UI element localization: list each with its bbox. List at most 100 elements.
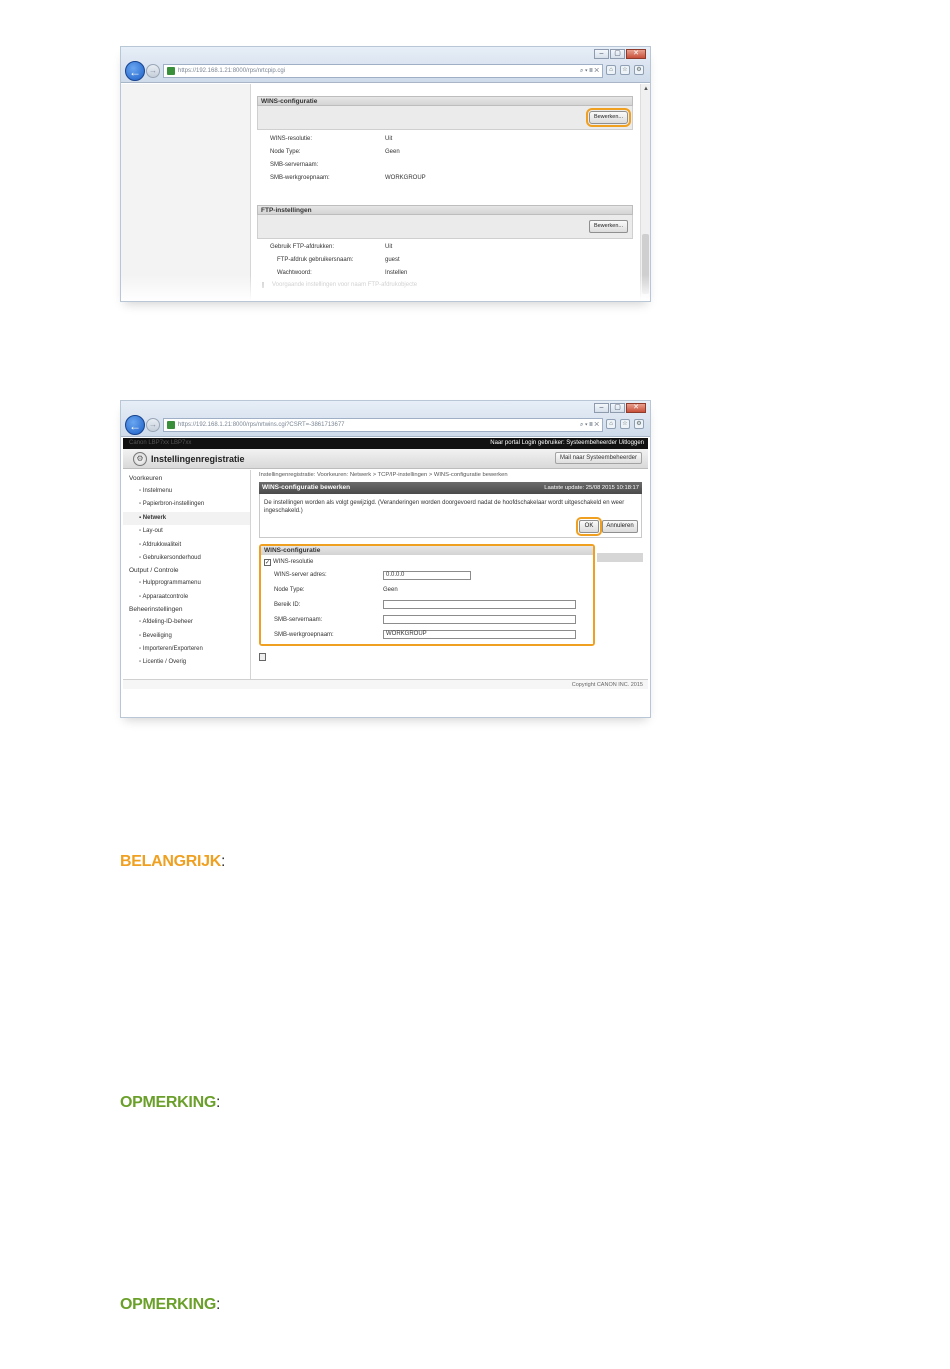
address-controls[interactable]: ⌕ ▾ ≣ ✕ <box>580 419 599 431</box>
wins-edit-button[interactable]: Bewerken... <box>585 108 632 127</box>
ftp-row-value: Uit <box>385 244 393 250</box>
app-header: ⚙ Instellingenregistratie Mail naar Syst… <box>123 449 648 469</box>
address-bar[interactable]: https://192.168.1.21:8000/rps/nrtcpip.cg… <box>163 64 603 78</box>
form-row: SMB-servernaam: <box>261 612 593 627</box>
wins-server-field[interactable]: 0.0.0.0 <box>383 570 471 580</box>
node-type-label: Node Type: <box>274 587 305 594</box>
vertical-scrollbar[interactable]: ▲ <box>640 84 650 301</box>
app-title: Instellingenregistratie <box>151 454 245 464</box>
minimize-icon[interactable]: – <box>594 49 609 59</box>
wins-row-value: Uit <box>385 136 393 142</box>
ftp-row: Gebruik FTP-afdrukken: Uit <box>257 241 633 254</box>
ftp-row-label: Gebruik FTP-afdrukken: <box>270 244 335 250</box>
scope-id-field[interactable] <box>383 600 576 610</box>
sidebar-item[interactable]: ▫ Instelmenu <box>123 485 250 498</box>
wins-section-bar: Bewerken... <box>257 106 633 130</box>
ok-button[interactable]: OK <box>576 517 602 536</box>
breadcrumb: Instellingenregistratie: Voorkeuren: Net… <box>259 472 508 478</box>
wins-row-label: Node Type: <box>270 149 301 155</box>
ftp-row-value: guest <box>385 257 400 263</box>
sidebar-item[interactable]: ▫ Importeren/Exporteren <box>123 643 250 656</box>
ftp-row: FTP-afdruk gebruikersnaam: guest <box>257 254 633 267</box>
scroll-thumb[interactable] <box>642 234 649 294</box>
wins-row: Node Type: Geen <box>257 146 633 159</box>
scope-id-label: Bereik ID: <box>274 601 301 608</box>
home-icon[interactable]: ⌂ <box>606 419 616 429</box>
cancel-button[interactable]: Annuleren <box>602 520 638 533</box>
browser-screenshot-wins-edit: – ▢ ✕ ← → https://192.168.1.21:8000/rps/… <box>120 400 651 718</box>
browser-icons: ⌂ ☆ ⚙ <box>606 419 644 429</box>
address-url: https://192.168.1.21:8000/rps/nrtwins.cg… <box>178 422 345 428</box>
maximize-icon[interactable]: ▢ <box>610 49 625 59</box>
ftp-edit-button[interactable]: Bewerken... <box>588 220 628 233</box>
edit-panel: Instellingenregistratie: Voorkeuren: Net… <box>259 470 643 661</box>
sidebar-item[interactable]: ▫ Licentie / Overig <box>123 656 250 669</box>
node-type-value: Geen <box>383 587 398 594</box>
minimize-icon[interactable]: – <box>594 403 609 413</box>
mail-admin-button[interactable]: Mail naar Systeembeheerder <box>554 452 642 464</box>
ftp-row-label: FTP-afdruk gebruikersnaam: <box>277 257 354 263</box>
page-viewport: Canon LBP7xx LBP7xx Naar portal Login ge… <box>121 438 650 717</box>
favorites-icon[interactable]: ☆ <box>620 65 630 75</box>
smb-workgroup-field[interactable]: WORKGROUP <box>383 630 576 640</box>
smb-server-field[interactable] <box>383 615 576 625</box>
settings-sidebar: Voorkeuren ▫ Instelmenu ▫ Papierbron-inste… <box>123 470 251 679</box>
note-remark-2: OPMERKING: <box>120 1296 220 1314</box>
sidebar-item[interactable]: ▫ Beveiliging <box>123 630 250 643</box>
sidebar-panel <box>121 84 251 301</box>
form-title: WINS-configuratie <box>261 546 593 555</box>
note-label: OPMERKING <box>120 1296 216 1313</box>
address-controls[interactable]: ⌕ ▾ ≣ ✕ <box>580 65 599 77</box>
manual-page: – ▢ ✕ ← → https://192.168.1.21:8000/rps/… <box>0 0 950 1369</box>
top-links[interactable]: Naar portal Login gebruiker: Systeembehe… <box>490 438 644 449</box>
browser-icons: ⌂ ☆ ⚙ <box>606 65 644 75</box>
window-controls: – ▢ ✕ <box>594 403 646 413</box>
sidebar-item[interactable]: ▫ Gebruikersonderhoud <box>123 552 250 565</box>
panel-header: WINS-configuratie bewerken Laatste updat… <box>259 482 642 494</box>
forward-arrow-icon[interactable]: → <box>146 64 160 78</box>
smb-workgroup-label: SMB-werkgroepnaam: <box>274 631 334 638</box>
scroll-up-icon[interactable]: ▲ <box>642 86 650 92</box>
address-url: https://192.168.1.21:8000/rps/nrtcpip.cg… <box>178 68 286 74</box>
sidebar-item[interactable]: ▫ Afdeling-ID-beheer <box>123 616 250 629</box>
form-row: SMB-werkgroepnaam: WORKGROUP <box>261 627 593 642</box>
form-row: WINS-server adres: 0.0.0.0 <box>261 568 593 583</box>
site-icon <box>167 421 175 429</box>
wins-row-label: SMB-werkgroepnaam: <box>270 175 330 181</box>
page-top-icon[interactable] <box>259 652 266 661</box>
wins-row-label: WINS-resolutie: <box>270 136 313 142</box>
sidebar-item[interactable]: ▫ Papierbron-instellingen <box>123 498 250 511</box>
wins-resolution-row[interactable]: ✓ WINS-resolutie <box>261 556 593 568</box>
close-icon[interactable]: ✕ <box>626 403 646 413</box>
address-bar[interactable]: https://192.168.1.21:8000/rps/nrtwins.cg… <box>163 418 603 432</box>
browser-screenshot-tcpip: – ▢ ✕ ← → https://192.168.1.21:8000/rps/… <box>120 46 651 302</box>
back-arrow-icon[interactable]: ← <box>125 415 145 435</box>
sidebar-item[interactable]: ▫ Afdrukkwaliteit <box>123 539 250 552</box>
back-arrow-icon[interactable]: ← <box>125 61 145 81</box>
site-icon <box>167 67 175 75</box>
wins-row: SMB-servernaam: <box>257 159 633 172</box>
note-remark-1: OPMERKING: <box>120 1094 220 1112</box>
settings-content: WINS-configuratie Bewerken... WINS-resol… <box>257 96 633 288</box>
ftp-row: Wachtwoord: Instellen <box>257 267 633 280</box>
home-icon[interactable]: ⌂ <box>606 65 616 75</box>
ftp-row-label: Wachtwoord: <box>277 270 312 276</box>
forward-arrow-icon[interactable]: → <box>146 418 160 432</box>
favorites-icon[interactable]: ☆ <box>620 419 630 429</box>
maximize-icon[interactable]: ▢ <box>610 403 625 413</box>
settings-icon[interactable]: ⚙ <box>634 65 644 75</box>
info-box: De instellingen worden als volgt gewijzi… <box>259 494 642 538</box>
form-body: ✓ WINS-resolutie WINS-server adres: 0.0.… <box>261 555 593 644</box>
close-icon[interactable]: ✕ <box>626 49 646 59</box>
wins-form-section: WINS-configuratie ✓ WINS-resolutie WINS-… <box>259 544 595 646</box>
settings-icon[interactable]: ⚙ <box>634 419 644 429</box>
sidebar-item[interactable]: ▫ Lay-out <box>123 525 250 538</box>
sidebar-item[interactable]: ▫ Apparaatcontrole <box>123 591 250 604</box>
wins-row: WINS-resolutie: Uit <box>257 133 633 146</box>
copyright-footer: Copyright CANON INC. 2015 <box>123 679 648 689</box>
sidebar-item[interactable]: ▫ Hulpprogrammamenu <box>123 577 250 590</box>
ui-top-bar: Canon LBP7xx LBP7xx Naar portal Login ge… <box>123 438 648 449</box>
info-text: De instellingen worden als volgt gewijzi… <box>264 500 625 514</box>
sidebar-item[interactable]: ▪ Netwerk <box>123 511 250 526</box>
wins-resolution-checkbox[interactable]: ✓ <box>264 558 271 566</box>
